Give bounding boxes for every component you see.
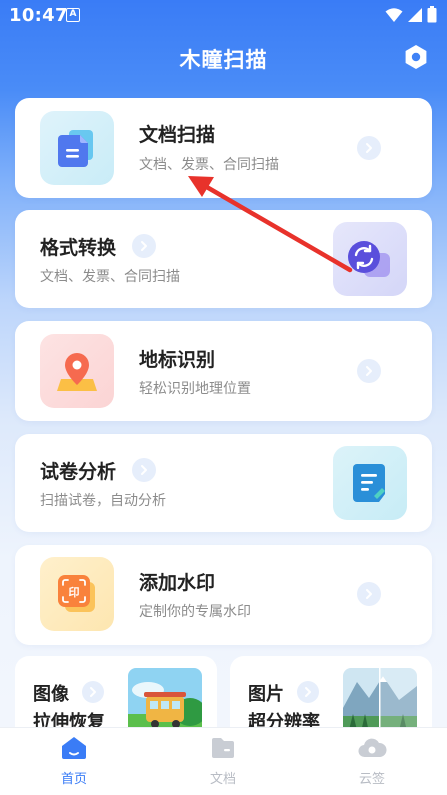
card-doc-scan[interactable]: 文档扫描 文档、发票、合同扫描 [15, 98, 432, 198]
bottom-nav: 首页 文档 云签 [0, 727, 447, 795]
nav-label: 首页 [60, 772, 87, 787]
watermark-stamp-icon: 印 [58, 575, 95, 612]
status-bar: 10:47 A [0, 0, 447, 30]
settings-hexagon-icon [405, 45, 427, 69]
card-title: 格式转换 [40, 237, 117, 259]
doc-scan-tile [40, 111, 114, 185]
convert-icon [348, 241, 390, 277]
card-title: 文档扫描 [139, 124, 216, 146]
card-title-line1: 图像 [33, 684, 69, 705]
cloud-icon [358, 738, 387, 758]
nav-home[interactable]: 首页 [34, 736, 114, 787]
chevron-right-icon [297, 681, 319, 703]
card-exam-analysis[interactable]: 试卷分析 扫描试卷，自动分析 [15, 434, 432, 532]
document-icon [58, 130, 93, 167]
settings-button[interactable] [403, 44, 429, 70]
card-subtitle: 文档、发票、合同扫描 [139, 157, 279, 173]
chevron-right-icon [82, 681, 104, 703]
chevron-right-icon [357, 359, 381, 383]
card-subtitle: 扫描试卷，自动分析 [40, 493, 166, 509]
nav-cloud-sign[interactable]: 云签 [332, 736, 412, 787]
watermark-tile: 印 [40, 557, 114, 631]
nav-label: 云签 [358, 772, 385, 787]
svg-text:印: 印 [69, 586, 80, 599]
exam-analysis-tile [333, 446, 407, 520]
nav-documents[interactable]: 文档 [183, 736, 263, 787]
card-title: 添加水印 [139, 572, 216, 594]
card-title: 地标识别 [139, 349, 216, 371]
card-format-convert[interactable]: 格式转换 文档、发票、合同扫描 [15, 210, 432, 308]
card-subtitle: 文档、发票、合同扫描 [40, 269, 180, 285]
card-subtitle: 定制你的专属水印 [139, 604, 251, 620]
location-pin-icon [57, 353, 97, 391]
format-convert-tile [333, 222, 407, 296]
chevron-right-icon [132, 234, 156, 258]
notification-a-icon: A [66, 8, 80, 22]
card-watermark[interactable]: 印 添加水印 定制你的专属水印 [15, 545, 432, 645]
chevron-right-icon [357, 582, 381, 606]
home-icon [62, 737, 86, 759]
exam-scroll-icon [353, 464, 385, 502]
card-title-line1: 图片 [248, 684, 284, 705]
card-title: 试卷分析 [40, 461, 117, 483]
landmark-tile [40, 334, 114, 408]
status-right [385, 6, 437, 23]
cell-signal-icon [408, 7, 422, 22]
card-landmark[interactable]: 地标识别 轻松识别地理位置 [15, 321, 432, 421]
folder-icon [212, 738, 234, 758]
battery-icon [427, 6, 437, 23]
chevron-right-icon [132, 458, 156, 482]
chevron-right-icon [357, 136, 381, 160]
nav-label: 文档 [209, 772, 236, 787]
card-subtitle: 轻松识别地理位置 [139, 381, 251, 397]
status-time: 10:47 [9, 5, 68, 26]
app-title: 木瞳扫描 [179, 48, 268, 72]
wifi-icon [385, 7, 403, 22]
